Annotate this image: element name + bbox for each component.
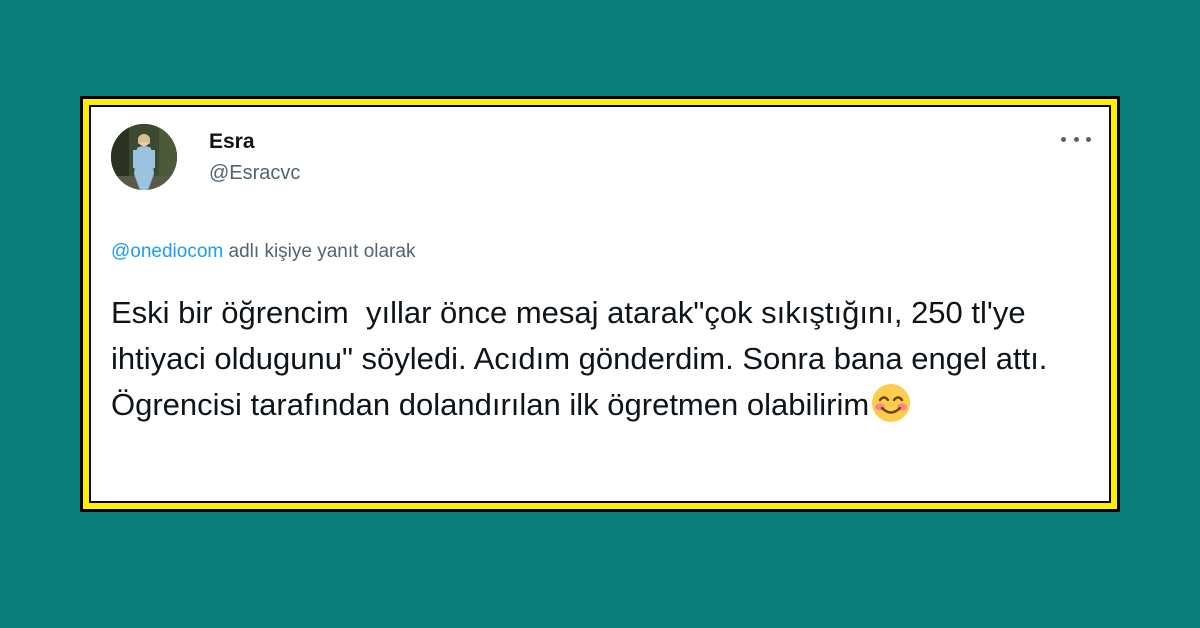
reply-context: @onediocom adlı kişiye yanıt olarak xyxy=(111,241,415,263)
tweet-frame-yellow: Esra @Esracvc @onediocom adlı kişiye yan… xyxy=(83,99,1117,509)
smiling-face-with-smiling-eyes-icon xyxy=(872,384,911,422)
reply-context-text: adlı kişiye yanıt olarak xyxy=(223,241,416,262)
author-display-name[interactable]: Esra xyxy=(209,130,255,154)
more-dot xyxy=(1061,136,1066,142)
reply-mention-link[interactable]: @onediocom xyxy=(111,241,223,262)
more-options-icon[interactable] xyxy=(1061,129,1091,149)
tweet-card: Esra @Esracvc @onediocom adlı kişiye yan… xyxy=(89,105,1111,503)
tweet-frame-outer: Esra @Esracvc @onediocom adlı kişiye yan… xyxy=(80,96,1120,512)
author-handle[interactable]: @Esracvc xyxy=(209,162,300,185)
tweet-text: Eski bir öğrencim yıllar önce mesaj atar… xyxy=(111,290,1101,428)
more-dot xyxy=(1086,136,1091,142)
avatar-photo xyxy=(111,124,177,190)
avatar[interactable] xyxy=(111,124,177,190)
tweet-body: Eski bir öğrencim yıllar önce mesaj atar… xyxy=(111,295,1057,422)
more-dot xyxy=(1073,136,1079,142)
